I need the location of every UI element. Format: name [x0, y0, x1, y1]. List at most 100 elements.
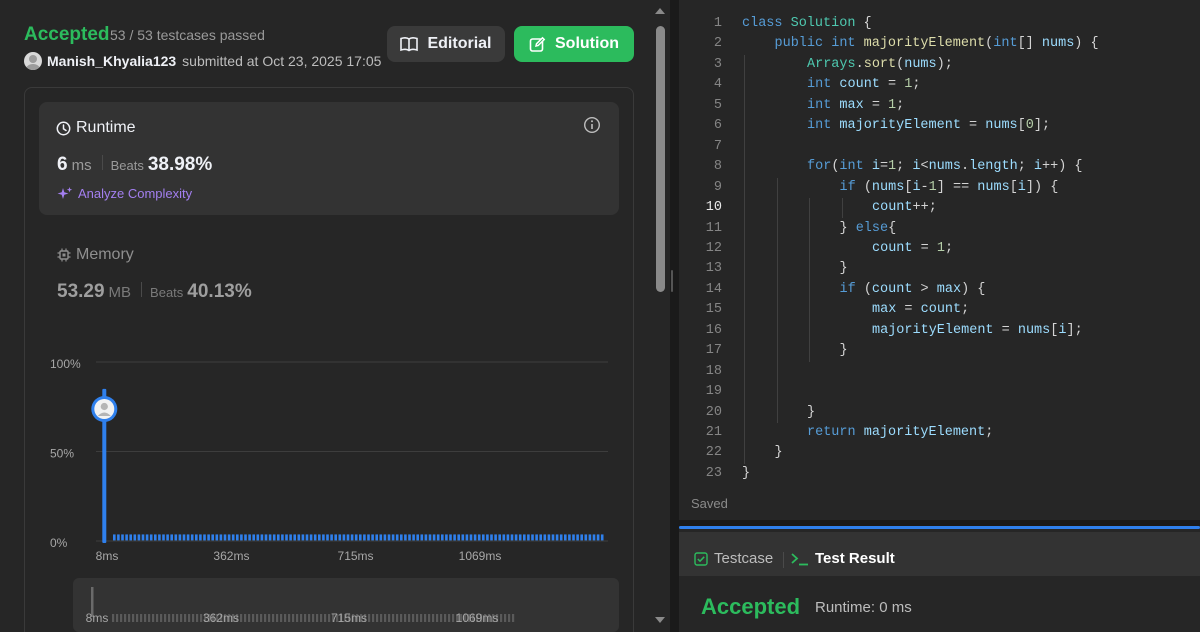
tab-divider — [783, 552, 784, 568]
distribution-bar — [408, 534, 411, 541]
panel-focus-bar[interactable] — [679, 526, 1200, 529]
code-line[interactable]: 17} — [679, 341, 1200, 361]
code-text: max = count; — [872, 302, 970, 318]
line-number: 7 — [713, 138, 722, 154]
navigator-bar — [444, 614, 447, 622]
distribution-bar — [588, 534, 592, 541]
runtime-distribution-chart[interactable]: 100% 50% 0% 8ms 362ms 715ms 1069ms 8ms 362ms 715m… — [0, 0, 650, 632]
distribution-bar — [236, 534, 239, 541]
distribution-bar — [240, 534, 243, 541]
code-line[interactable]: 13} — [679, 259, 1200, 279]
code-line[interactable]: 10 count++; — [679, 198, 1200, 218]
navigator-bar — [276, 614, 279, 622]
code-text: return majorityElement; — [807, 425, 994, 440]
distribution-bar — [584, 534, 588, 541]
navigator-bar — [316, 614, 319, 622]
navigator-bar — [184, 614, 187, 622]
terminal-icon — [791, 552, 808, 565]
line-number: 13 — [705, 261, 722, 277]
distribution-bar — [404, 534, 407, 541]
code-line[interactable]: 12 count = 1; — [679, 239, 1200, 259]
scroll-down-arrow-icon[interactable] — [655, 617, 665, 623]
navigator-bar — [400, 614, 403, 622]
distribution-bar — [580, 534, 583, 541]
code-line[interactable]: 9 if (nums[i-1] == nums[i]) { — [679, 178, 1200, 198]
distribution-bar — [535, 534, 538, 541]
code-line[interactable]: 14 if (count > max) { — [679, 280, 1200, 300]
distribution-bar — [252, 534, 255, 541]
code-line[interactable]: 2 public int majorityElement(int[] nums) … — [679, 34, 1200, 54]
code-line[interactable]: 5 int max = 1; — [679, 96, 1200, 116]
saved-status: Saved — [691, 496, 728, 511]
code-text: } — [742, 465, 751, 481]
navigator-bar — [196, 614, 199, 622]
distribution-bar — [572, 534, 575, 541]
navigator-bar — [416, 614, 419, 622]
navigator-label: 715ms — [331, 611, 367, 625]
navigator-bar — [152, 614, 155, 622]
code-line[interactable]: 15 max = count; — [679, 300, 1200, 320]
test-results-panel: Testcase Test Result Accepted Runtime: 0… — [679, 526, 1200, 632]
scroll-up-arrow-icon[interactable] — [655, 8, 665, 14]
navigator-bar — [164, 614, 167, 622]
distribution-bar — [326, 534, 329, 541]
distribution-bar — [145, 534, 149, 541]
distribution-bar — [527, 534, 530, 541]
distribution-bar — [199, 534, 202, 541]
tab-testcase[interactable]: Testcase — [694, 550, 773, 567]
navigator-bar — [388, 614, 391, 622]
code-line[interactable]: 19 — [679, 382, 1200, 402]
line-number: 18 — [705, 363, 722, 379]
navigator-label: 8ms — [86, 611, 109, 625]
navigator-bar — [116, 614, 119, 622]
scrollbar-thumb[interactable] — [656, 26, 665, 292]
code-line[interactable]: 18 — [679, 362, 1200, 382]
navigator-bar — [504, 614, 507, 622]
test-result-status: Accepted — [701, 594, 801, 619]
distribution-bar — [260, 534, 264, 541]
distribution-bar — [297, 534, 301, 541]
distribution-bar — [215, 534, 219, 541]
distribution-bar — [346, 534, 350, 541]
code-line[interactable]: 16 majorityElement = nums[i]; — [679, 321, 1200, 341]
navigator-bar — [136, 614, 139, 622]
code-line[interactable]: 23} — [679, 464, 1200, 484]
navigator-bar — [436, 614, 439, 622]
navigator-bar — [292, 614, 295, 622]
code-line[interactable]: 8 for(int i=1; i<nums.length; i++) { — [679, 157, 1200, 177]
code-line[interactable]: 7 — [679, 137, 1200, 157]
navigator-bar — [420, 614, 423, 622]
tab-test-result[interactable]: Test Result — [791, 550, 895, 567]
distribution-bar — [514, 534, 518, 541]
code-text: class Solution { — [742, 16, 872, 31]
code-line[interactable]: 22} — [679, 443, 1200, 463]
distribution-bar — [559, 534, 563, 541]
code-line[interactable]: 11} else{ — [679, 219, 1200, 239]
navigator-bar — [308, 614, 311, 622]
code-line[interactable]: 20} — [679, 403, 1200, 423]
navigator-bar — [404, 614, 407, 622]
distribution-bar — [227, 534, 231, 541]
code-line[interactable]: 3 Arrays.sort(nums); — [679, 55, 1200, 75]
distribution-bar — [551, 534, 555, 541]
code-line[interactable]: 21 return majorityElement; — [679, 423, 1200, 443]
distribution-bar — [518, 534, 522, 541]
code-text: for(int i=1; i<nums.length; i++) { — [807, 159, 1083, 175]
code-line[interactable]: 1 class Solution { — [679, 14, 1200, 34]
code-editor[interactable]: Saved 1 class Solution {2 public int major… — [679, 0, 1200, 520]
distribution-bar — [428, 534, 432, 541]
code-text: majorityElement = nums[i]; — [872, 322, 1083, 338]
code-line[interactable]: 6 int majorityElement = nums[0]; — [679, 116, 1200, 136]
panel-resize-handle[interactable] — [671, 270, 673, 292]
distribution-bar — [453, 534, 456, 541]
distribution-bar — [457, 534, 460, 541]
code-line[interactable]: 4 int count = 1; — [679, 75, 1200, 95]
line-number: 6 — [713, 118, 722, 134]
distribution-bar — [543, 534, 547, 541]
navigator-bar — [148, 614, 151, 622]
distribution-bar — [174, 534, 178, 541]
distribution-bar — [190, 534, 194, 541]
distribution-bar — [281, 534, 284, 541]
distribution-bar — [359, 534, 362, 541]
navigator-bar — [384, 614, 387, 622]
